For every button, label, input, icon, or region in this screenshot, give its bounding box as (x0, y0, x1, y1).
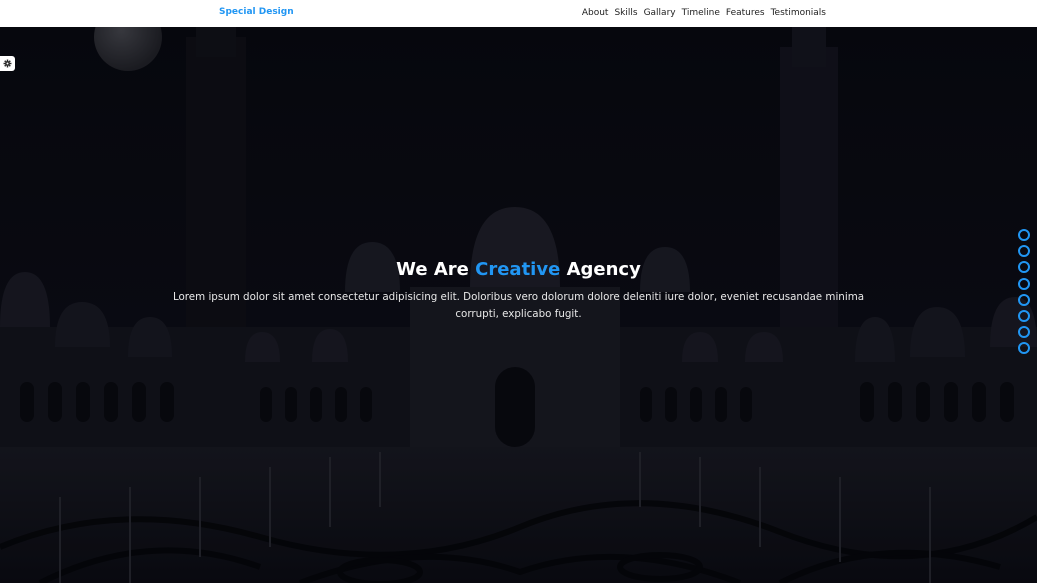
main-nav: About Skills Gallary Timeline Features T… (582, 8, 826, 18)
nav-bullet-6[interactable] (1018, 309, 1030, 322)
hero-title-accent: Creative (475, 259, 561, 280)
nav-link-gallary[interactable]: Gallary (644, 8, 676, 18)
nav-bullet-7[interactable] (1018, 326, 1030, 339)
nav-link-features[interactable]: Features (726, 8, 765, 18)
nav-bullet-5[interactable] (1018, 293, 1030, 306)
top-navbar: Special Design About Skills Gallary Time… (0, 0, 1037, 27)
nav-bullet-8[interactable] (1018, 342, 1030, 355)
nav-bullet-1[interactable] (1018, 229, 1030, 241)
settings-toggle[interactable] (0, 56, 15, 71)
nav-link-timeline[interactable]: Timeline (682, 8, 720, 18)
nav-bullet-2[interactable] (1018, 245, 1030, 258)
hero-title: We Are Creative Agency (0, 259, 1037, 280)
nav-link-about[interactable]: About (582, 8, 609, 18)
nav-link-testimonials[interactable]: Testimonials (771, 8, 826, 18)
nav-bullets (1018, 229, 1030, 359)
nav-bullet-4[interactable] (1018, 277, 1030, 290)
hero-description: Lorem ipsum dolor sit amet consectetur a… (172, 291, 865, 320)
site-logo[interactable]: Special Design (219, 7, 294, 17)
nav-link-skills[interactable]: Skills (614, 8, 637, 18)
nav-bullet-3[interactable] (1018, 261, 1030, 274)
hero-title-start: We Are (396, 259, 476, 280)
gear-icon (3, 59, 12, 68)
hero-title-end: Agency (560, 259, 641, 280)
